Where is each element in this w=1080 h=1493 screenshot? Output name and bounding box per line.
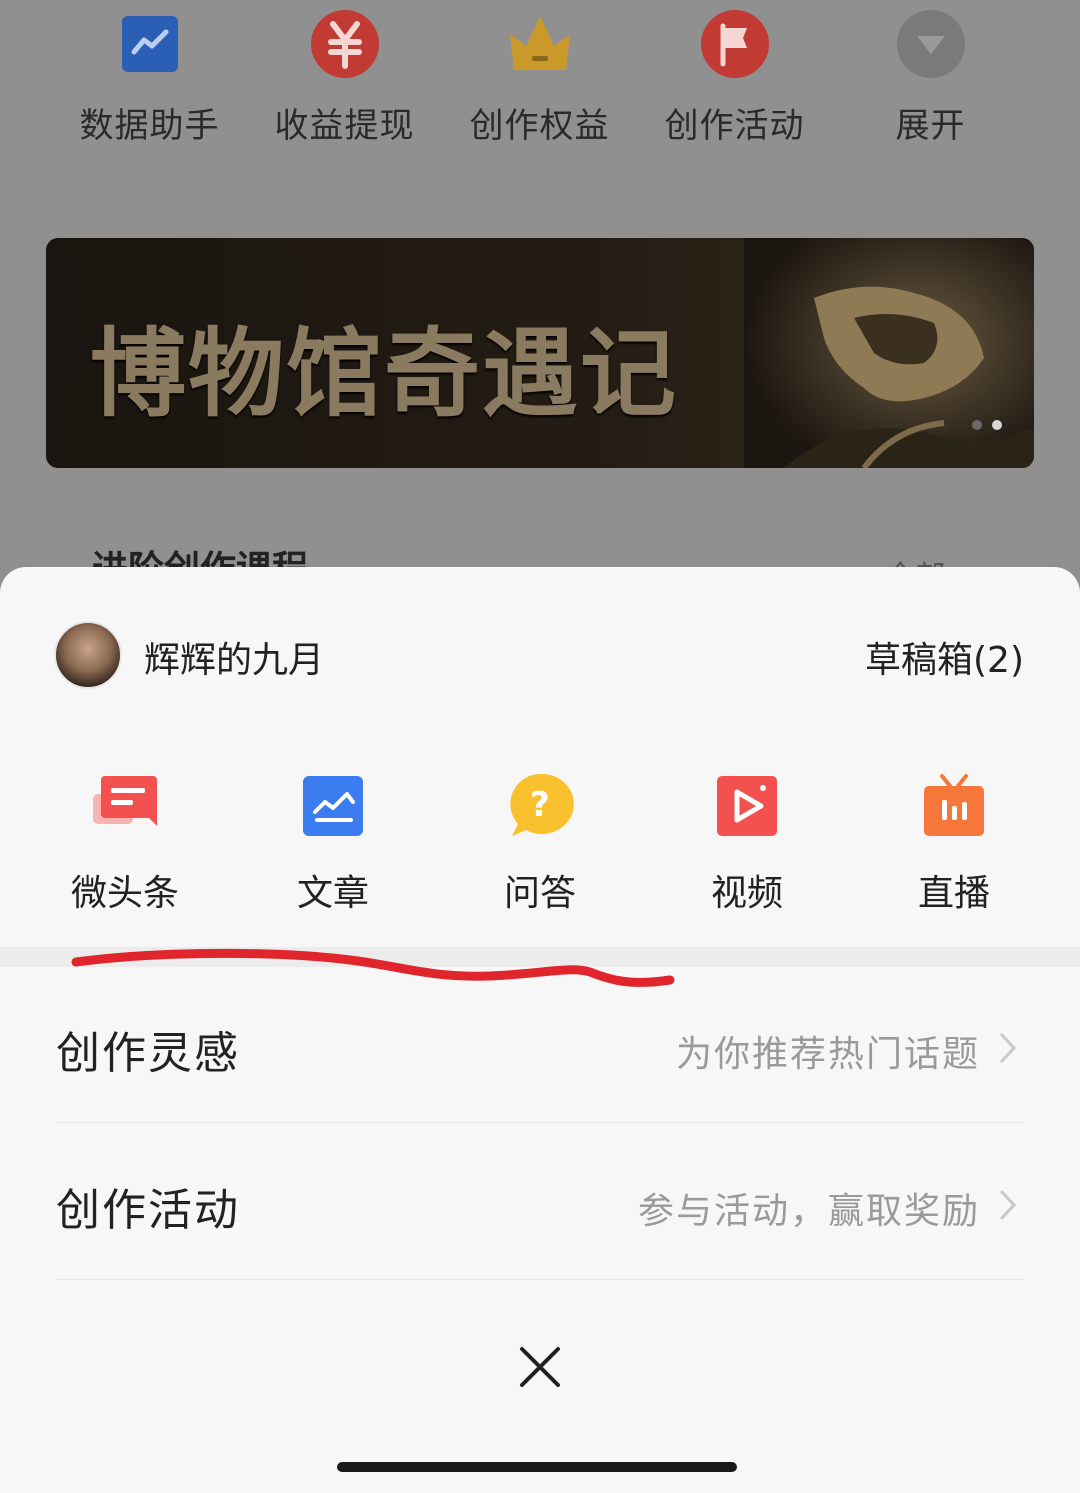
create-bottom-sheet: 辉辉的九月 草稿箱(2) 微头条 文章 ? 问答 视频 直播 创作灵感 为你推荐…: [0, 567, 1080, 1493]
article-icon: [303, 776, 363, 836]
user-row: 辉辉的九月 草稿箱(2): [0, 621, 1080, 691]
background-page: 数据助手 收益提现 创作权益 创作活动 展开 博物馆奇遇记: [0, 0, 1080, 600]
drafts-button[interactable]: 草稿箱(2): [865, 631, 1024, 683]
micro-post-icon: [93, 776, 157, 826]
crown-icon: [509, 16, 570, 70]
inspiration-row[interactable]: 创作灵感 为你推荐热门话题: [56, 967, 1024, 1123]
activities-row[interactable]: 创作活动 参与活动，赢取奖励: [56, 1124, 1024, 1280]
yuan-icon: [310, 10, 379, 78]
create-options: 微头条 文章 ? 问答 视频 直播: [0, 772, 1080, 922]
activities-subtitle: 参与活动，赢取奖励: [637, 1191, 980, 1232]
avatar[interactable]: [54, 621, 122, 689]
svg-text:?: ?: [530, 785, 550, 825]
tool-grid: 数据助手 收益提现 创作权益 创作活动 展开: [0, 0, 1080, 180]
chart-icon: [121, 16, 178, 72]
flag-icon: [700, 10, 769, 78]
inspiration-subtitle: 为你推荐热门话题: [675, 1034, 980, 1075]
chevron-right-icon: [1000, 1033, 1017, 1063]
expand-icon: [896, 10, 965, 78]
banner-title: 博物馆奇遇记: [90, 317, 678, 430]
close-icon[interactable]: [516, 1343, 564, 1391]
home-indicator: [337, 1462, 737, 1472]
carousel-indicator: [962, 415, 1002, 434]
username: 辉辉的九月: [144, 640, 325, 681]
qa-icon: ?: [510, 773, 574, 836]
inspiration-title: 创作灵感: [56, 1028, 240, 1079]
video-icon: [717, 776, 777, 836]
promo-banner[interactable]: 博物馆奇遇记: [46, 238, 1034, 468]
live-icon: [924, 774, 984, 836]
chevron-right-icon: [1000, 1190, 1017, 1220]
activities-title: 创作活动: [56, 1185, 240, 1236]
